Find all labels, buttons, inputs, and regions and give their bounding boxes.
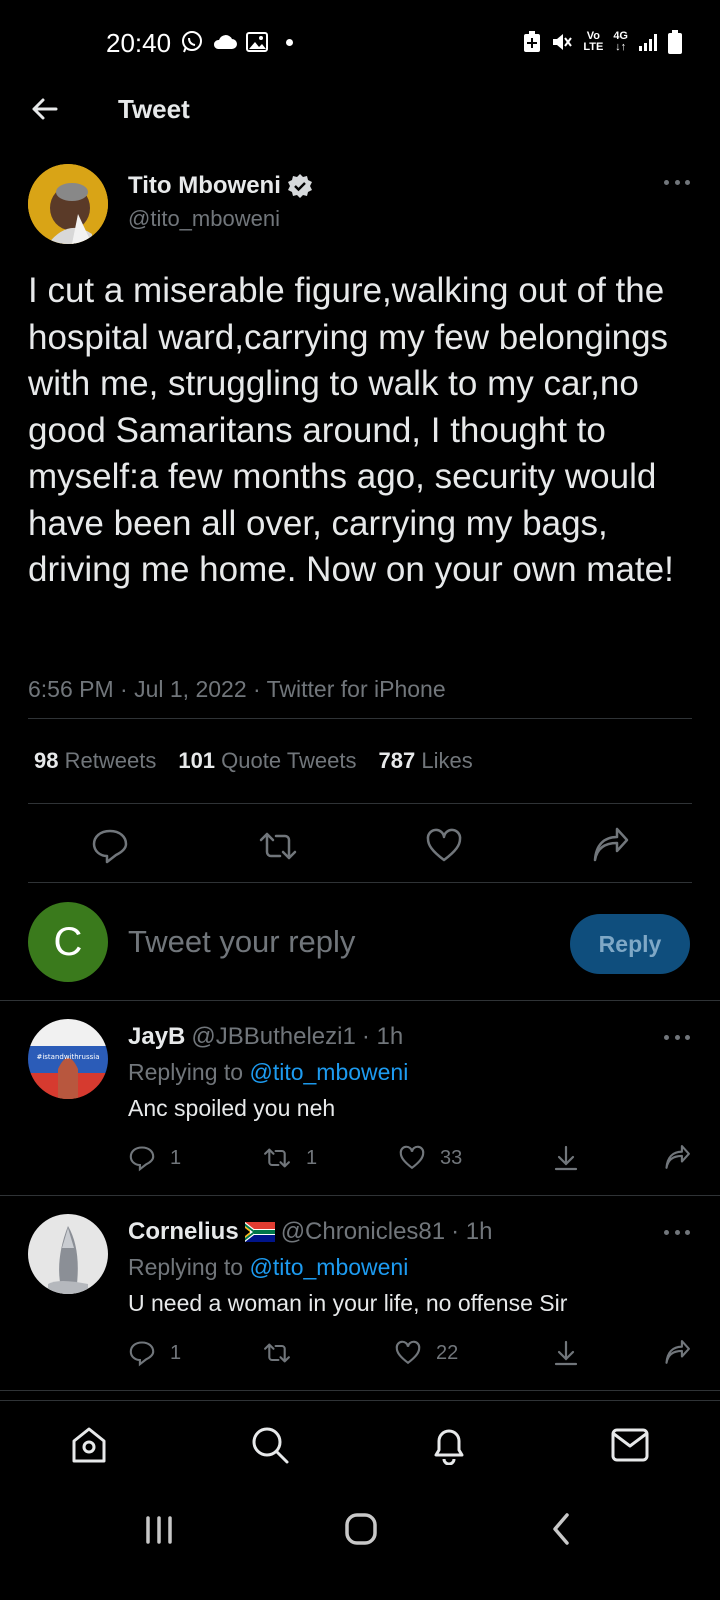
- retweet-icon: [264, 1148, 290, 1168]
- reply-text: U need a woman in your life, no offense …: [128, 1290, 568, 1316]
- system-back-icon[interactable]: [550, 1512, 572, 1546]
- whatsapp-icon: [180, 30, 204, 54]
- divider: [28, 882, 692, 883]
- retweet-icon: [264, 1343, 290, 1363]
- more-options-icon[interactable]: [664, 1230, 690, 1236]
- reply-author-handle[interactable]: @JBButhelezi1: [191, 1023, 355, 1051]
- notifications-icon[interactable]: [430, 1425, 468, 1465]
- download-icon[interactable]: [552, 1144, 580, 1172]
- reply-author-handle[interactable]: @Chronicles81: [281, 1218, 445, 1246]
- more-options-icon[interactable]: [664, 1035, 690, 1041]
- home-button-icon[interactable]: [344, 1512, 378, 1546]
- status-notification-icons: [180, 30, 293, 54]
- page-title: Tweet: [118, 94, 190, 124]
- bottom-navigation: [0, 1400, 720, 1496]
- messages-icon[interactable]: [610, 1427, 650, 1463]
- reply-header: JayB @JBButhelezi1 · 1h: [128, 1023, 403, 1051]
- volte-indicator: Vo LTE: [583, 30, 604, 53]
- like-icon[interactable]: [424, 826, 464, 866]
- author-avatar[interactable]: [28, 164, 108, 244]
- more-options-icon[interactable]: [664, 180, 690, 186]
- back-arrow-icon[interactable]: [28, 92, 62, 126]
- reply-tweet[interactable]: Cornelius @Chronicles81 · 1h Replying to…: [0, 1196, 720, 1389]
- network-type: 4G ↓↑: [613, 30, 628, 53]
- reply-count: 1: [170, 1146, 182, 1169]
- reply-action[interactable]: 1: [128, 1339, 181, 1367]
- like-action[interactable]: 33: [398, 1144, 462, 1172]
- like-count: 33: [440, 1146, 463, 1169]
- cloud-icon: [212, 33, 238, 51]
- divider: [28, 803, 692, 804]
- like-icon: [395, 1340, 421, 1365]
- share-icon[interactable]: [662, 1339, 692, 1367]
- divider: [28, 718, 692, 719]
- divider: [0, 1390, 720, 1391]
- south-africa-flag-icon: [244, 1222, 275, 1242]
- reply-avatar[interactable]: #istandwithrussia: [28, 1019, 108, 1099]
- reply-text: Anc spoiled you neh: [128, 1095, 336, 1121]
- tweet-stats: 98 Retweets 101 Quote Tweets 787 Likes: [34, 748, 473, 774]
- reply-time: · 1h: [451, 1218, 493, 1245]
- user-avatar[interactable]: C: [28, 902, 108, 982]
- retweets-stat[interactable]: 98 Retweets: [34, 748, 156, 774]
- battery-icon: [668, 30, 682, 54]
- likes-stat[interactable]: 787 Likes: [379, 748, 473, 774]
- like-count: 22: [436, 1341, 459, 1364]
- reply-count: 1: [170, 1341, 182, 1364]
- battery-saver-icon: [523, 31, 541, 53]
- reply-tweet[interactable]: #istandwithrussia JayB @JBButhelezi1 · 1…: [0, 1001, 720, 1194]
- reply-action[interactable]: 1: [128, 1144, 181, 1172]
- quote-tweets-stat[interactable]: 101 Quote Tweets: [178, 748, 356, 774]
- signal-icon: [638, 32, 658, 52]
- system-navigation-bar: [0, 1496, 720, 1600]
- replying-to: Replying to @tito_mboweni: [128, 1254, 409, 1280]
- home-icon[interactable]: [70, 1425, 108, 1465]
- recent-apps-icon[interactable]: [144, 1514, 174, 1546]
- tweet-text: I cut a miserable figure,walking out of …: [28, 271, 674, 589]
- retweet-icon[interactable]: [258, 826, 298, 866]
- verified-badge-icon: [287, 173, 313, 199]
- author-handle[interactable]: @tito_mboweni: [128, 206, 280, 232]
- image-icon: [246, 32, 268, 52]
- mention-link[interactable]: @tito_mboweni: [249, 1059, 408, 1085]
- reply-icon: [129, 1341, 155, 1367]
- reply-author-name[interactable]: JayB: [128, 1023, 185, 1051]
- reply-author-name[interactable]: Cornelius: [128, 1218, 239, 1246]
- status-time: 20:40: [106, 28, 172, 58]
- status-system-icons: Vo LTE 4G ↓↑: [523, 30, 682, 54]
- search-icon[interactable]: [250, 1425, 290, 1465]
- retweet-action[interactable]: 1: [262, 1144, 317, 1172]
- replying-to: Replying to @tito_mboweni: [128, 1059, 409, 1085]
- retweet-count: 1: [306, 1146, 318, 1169]
- reply-icon[interactable]: [90, 826, 130, 866]
- more-notifications-dot: [286, 38, 293, 46]
- share-icon[interactable]: [590, 826, 630, 866]
- mention-link[interactable]: @tito_mboweni: [249, 1254, 408, 1280]
- like-action[interactable]: 22: [394, 1339, 458, 1367]
- reply-header: Cornelius @Chronicles81 · 1h: [128, 1218, 492, 1246]
- reply-time: · 1h: [361, 1023, 404, 1050]
- author-name[interactable]: Tito Mboweni: [128, 172, 313, 200]
- like-icon: [399, 1145, 425, 1170]
- reply-avatar[interactable]: [28, 1214, 108, 1294]
- tweet-meta: 6:56 PM · Jul 1, 2022 · Twitter for iPho…: [28, 676, 446, 702]
- retweet-action[interactable]: [262, 1339, 306, 1367]
- svg-text:#istandwithrussia: #istandwithrussia: [36, 1053, 99, 1061]
- reply-button[interactable]: Reply: [570, 914, 690, 974]
- reply-icon: [129, 1146, 155, 1172]
- status-bar: 20:40 Vo LTE 4G ↓↑: [0, 0, 720, 88]
- download-icon[interactable]: [552, 1339, 580, 1367]
- reply-input[interactable]: [128, 924, 548, 960]
- mute-icon: [551, 31, 573, 53]
- share-icon[interactable]: [662, 1144, 692, 1172]
